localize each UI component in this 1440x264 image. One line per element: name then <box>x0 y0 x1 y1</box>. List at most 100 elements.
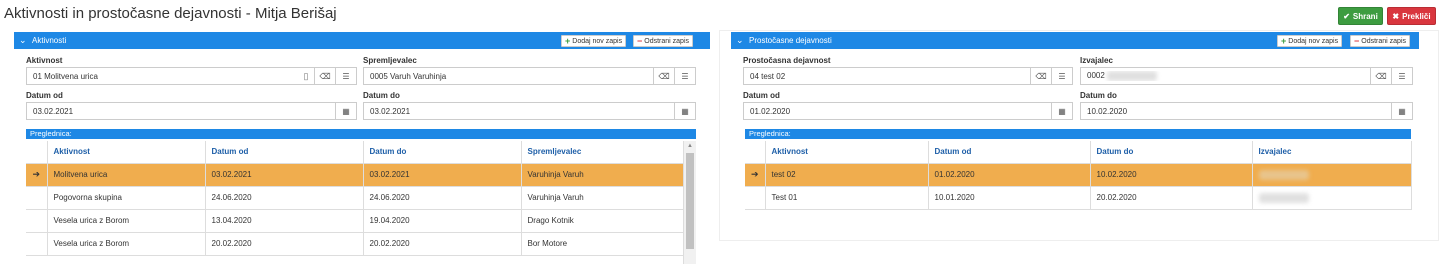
column-header-datum-do[interactable]: Datum do <box>363 141 522 164</box>
cell-aktivnost[interactable]: Vesela urica z Borom <box>47 232 206 256</box>
aktivnosti-grid-scrollbar[interactable]: ▲ <box>683 141 696 264</box>
times-icon: ✖ <box>1392 11 1400 21</box>
datum-od-field[interactable]: 01.02.2020 ▦ <box>743 102 1073 120</box>
eraser-icon[interactable]: ⌫ <box>1370 68 1391 84</box>
chevron-down-icon[interactable]: ⌄ <box>736 36 744 45</box>
column-header-aktivnost[interactable]: Aktivnost <box>765 141 929 164</box>
cell-datum-od[interactable]: 24.06.2020 <box>205 186 364 210</box>
datum-do-field[interactable]: 10.02.2020 ▦ <box>1080 102 1413 120</box>
list-icon[interactable]: ☰ <box>335 68 356 84</box>
cell-spremljevalec[interactable]: Varuhinja Varuh <box>521 186 684 210</box>
chevron-down-icon[interactable]: ⌄ <box>19 36 27 45</box>
cell-aktivnost[interactable]: Molitvena urica <box>47 163 206 187</box>
minus-icon: − <box>637 36 643 46</box>
save-button[interactable]: ✔ Shrani <box>1338 7 1383 25</box>
izvajalec-field[interactable]: 0002 ⌫ ☰ <box>1080 67 1413 85</box>
calendar-icon[interactable]: ▦ <box>674 103 695 119</box>
table-row[interactable]: ➔ Molitvena urica 03.02.2021 03.02.2021 … <box>26 163 684 187</box>
check-icon: ✔ <box>1343 11 1350 21</box>
datum-od-value: 01.02.2020 <box>750 106 791 116</box>
table-row[interactable]: ➔ test 02 01.02.2020 10.02.2020 <box>745 163 1412 187</box>
cell-aktivnost[interactable]: Vesela urica z Borom <box>47 209 206 233</box>
cell-datum-od[interactable]: 01.02.2020 <box>928 163 1091 187</box>
calendar-icon[interactable]: ▦ <box>1051 103 1072 119</box>
datum-do-value: 03.02.2021 <box>370 106 411 116</box>
cell-datum-do[interactable]: 03.02.2021 <box>363 163 522 187</box>
cell-spremljevalec[interactable]: Drago Kotnik <box>521 209 684 233</box>
cell-datum-od[interactable]: 13.04.2020 <box>205 209 364 233</box>
column-header-aktivnost[interactable]: Aktivnost <box>47 141 206 164</box>
list-icon[interactable]: ☰ <box>1051 68 1072 84</box>
list-icon[interactable]: ☰ <box>674 68 695 84</box>
datum-od-value: 03.02.2021 <box>33 106 74 116</box>
page-title: Aktivnosti in prostočasne dejavnosti - M… <box>4 5 337 22</box>
plus-icon: + <box>565 36 571 46</box>
prostocasne-grid: Aktivnost Datum od Datum do Izvajalec ➔ … <box>745 141 1412 210</box>
remove-record-button[interactable]: − Odstrani zapis <box>633 35 694 47</box>
cell-spremljevalec[interactable]: Bor Motore <box>521 232 684 256</box>
remove-record-label: Odstrani zapis <box>1361 37 1407 45</box>
scroll-up-icon[interactable]: ▲ <box>684 141 696 151</box>
add-record-label: Dodaj nov zapis <box>572 37 623 45</box>
eraser-icon[interactable]: ⌫ <box>314 68 335 84</box>
row-indicator <box>745 186 766 210</box>
column-header-datum-od[interactable]: Datum od <box>205 141 364 164</box>
spremljevalec-field[interactable]: 0005 Varuh Varuhinja ⌫ ☰ <box>363 67 696 85</box>
grid-header-indicator <box>745 141 766 164</box>
grid-header-row: Aktivnost Datum od Datum do Izvajalec <box>745 141 1412 164</box>
column-header-datum-do[interactable]: Datum do <box>1090 141 1253 164</box>
aktivnost-label: Aktivnost <box>26 56 63 65</box>
add-record-button[interactable]: + Dodaj nov zapis <box>1277 35 1343 47</box>
cell-izvajalec[interactable] <box>1252 186 1412 210</box>
cell-datum-od[interactable]: 20.02.2020 <box>205 232 364 256</box>
cell-aktivnost[interactable]: Test 01 <box>765 186 929 210</box>
cell-datum-od[interactable]: 10.01.2020 <box>928 186 1091 210</box>
cell-izvajalec[interactable] <box>1252 163 1412 187</box>
scroll-thumb[interactable] <box>686 153 694 249</box>
calendar-icon[interactable]: ▦ <box>335 103 356 119</box>
redacted-name <box>1107 71 1158 81</box>
aktivnosti-panel-title: Aktivnosti <box>32 36 67 45</box>
column-header-izvajalec[interactable]: Izvajalec <box>1252 141 1412 164</box>
dejavnost-label: Prostočasna dejavnost <box>743 56 831 65</box>
spremljevalec-label: Spremljevalec <box>363 56 417 65</box>
cell-spremljevalec[interactable]: Varuhinja Varuh <box>521 163 684 187</box>
document-icon[interactable]: ▯ <box>298 68 314 84</box>
remove-record-label: Odstrani zapis <box>644 37 690 45</box>
cell-datum-do[interactable]: 20.02.2020 <box>363 232 522 256</box>
cancel-button[interactable]: ✖ Prekliči <box>1387 7 1436 25</box>
cell-datum-do[interactable]: 24.06.2020 <box>363 186 522 210</box>
cell-datum-do[interactable]: 20.02.2020 <box>1090 186 1253 210</box>
aktivnosti-panel: ⌄ Aktivnosti + Dodaj nov zapis − Odstran… <box>14 32 710 264</box>
add-record-button[interactable]: + Dodaj nov zapis <box>561 35 627 47</box>
redacted-name <box>1258 169 1309 180</box>
table-row[interactable]: Test 01 10.01.2020 20.02.2020 <box>745 186 1412 210</box>
add-record-label: Dodaj nov zapis <box>1288 37 1339 45</box>
cell-datum-do[interactable]: 19.04.2020 <box>363 209 522 233</box>
column-header-datum-od[interactable]: Datum od <box>928 141 1091 164</box>
cell-aktivnost[interactable]: test 02 <box>765 163 929 187</box>
table-row[interactable]: Vesela urica z Borom 20.02.2020 20.02.20… <box>26 232 684 256</box>
table-row[interactable]: Pogovorna skupina 24.06.2020 24.06.2020 … <box>26 186 684 210</box>
cell-datum-od[interactable]: 03.02.2021 <box>205 163 364 187</box>
list-icon[interactable]: ☰ <box>1391 68 1412 84</box>
column-header-spremljevalec[interactable]: Spremljevalec <box>521 141 684 164</box>
datum-do-label: Datum do <box>363 91 400 100</box>
aktivnost-field[interactable]: 01 Molitvena urica ▯ ⌫ ☰ <box>26 67 357 85</box>
eraser-icon[interactable]: ⌫ <box>653 68 674 84</box>
prostocasne-panel: ⌄ Prostočasne dejavnosti + Dodaj nov zap… <box>719 30 1439 264</box>
eraser-icon[interactable]: ⌫ <box>1030 68 1051 84</box>
cell-aktivnost[interactable]: Pogovorna skupina <box>47 186 206 210</box>
table-row[interactable]: Vesela urica z Borom 13.04.2020 19.04.20… <box>26 209 684 233</box>
calendar-icon[interactable]: ▦ <box>1391 103 1412 119</box>
dejavnost-value: 04 test 02 <box>750 71 786 81</box>
datum-od-label: Datum od <box>26 91 63 100</box>
datum-od-field[interactable]: 03.02.2021 ▦ <box>26 102 357 120</box>
grid-header-indicator <box>26 141 48 164</box>
remove-record-button[interactable]: − Odstrani zapis <box>1350 35 1411 47</box>
datum-do-field[interactable]: 03.02.2021 ▦ <box>363 102 696 120</box>
grid-header-row: Aktivnost Datum od Datum do Spremljevale… <box>26 141 684 164</box>
datum-do-value: 10.02.2020 <box>1087 106 1128 116</box>
cell-datum-do[interactable]: 10.02.2020 <box>1090 163 1253 187</box>
dejavnost-field[interactable]: 04 test 02 ⌫ ☰ <box>743 67 1073 85</box>
